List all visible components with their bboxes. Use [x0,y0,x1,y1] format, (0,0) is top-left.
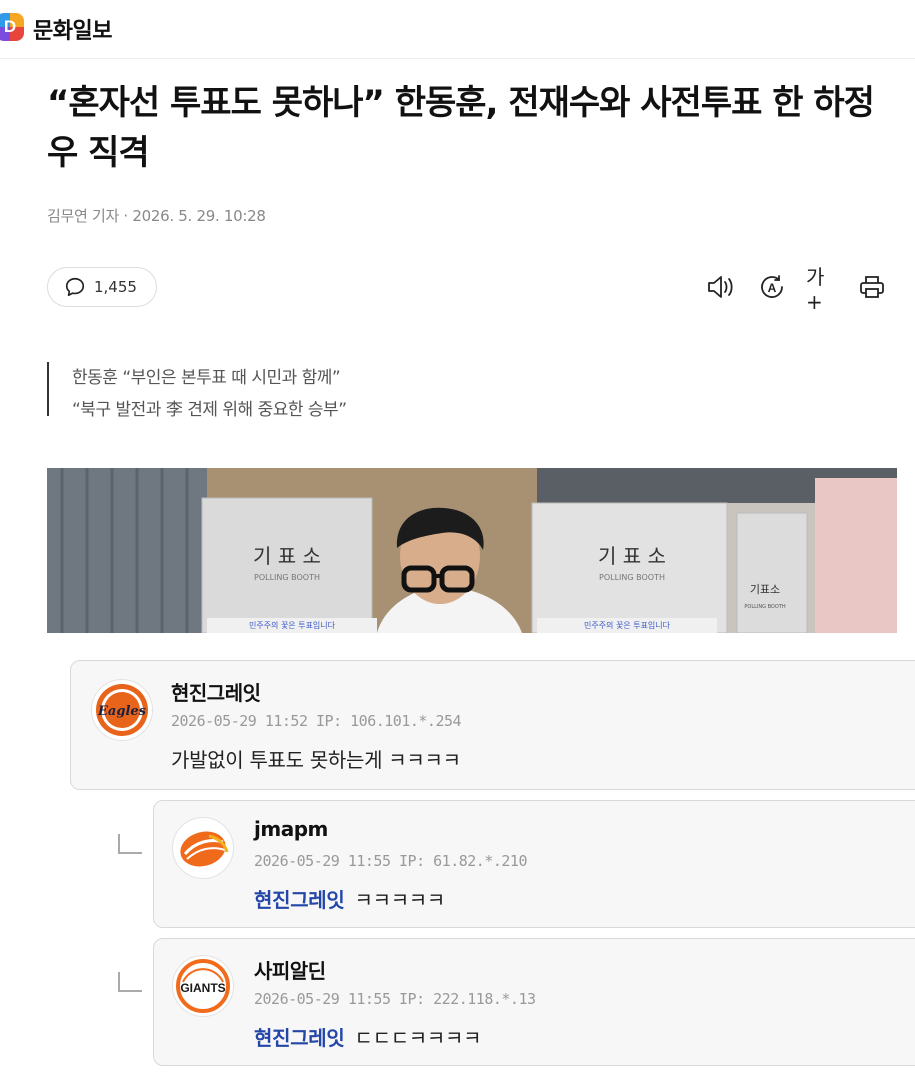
speaker-button[interactable] [706,272,736,302]
comment-nickname[interactable]: jmapm [254,817,328,841]
auto-summary-icon: A [761,275,783,298]
font-size-button[interactable]: 가+ [806,265,836,314]
brand-name[interactable]: 문화일보 [33,13,112,45]
svg-text:A: A [768,281,777,295]
font-size-label: 가+ [806,264,825,314]
photo-booth-left-label: 기 표 소 [253,544,321,568]
eagles-logo-label: Eagles [97,704,147,719]
print-button[interactable] [857,272,887,302]
summary-line: “북구 발전과 李 견제 위해 중요한 승부” [72,400,347,420]
photo-booth-right-strip: 민주주의 꽃은 투표입니다 [584,620,671,630]
comment-nickname[interactable]: 사피알딘 [254,955,326,984]
giants-logo-icon: GIANTS [176,959,230,1013]
comment-item: Eagles 현진그레잇 2026-05-29 11:52 IP: 106.10… [70,660,915,790]
comment-body: 현진그레잇 ㅋㅋㅋㅋㅋ [254,884,445,913]
comment-meta: 2026-05-29 11:55 IP: 61.82.*.210 [254,852,527,870]
comment-count-button[interactable]: 1,455 [47,267,157,307]
print-icon [860,276,884,298]
summary-button[interactable]: A [757,272,787,302]
comment-icon [65,277,85,297]
comment-meta: 2026-05-29 11:52 IP: 106.101.*.254 [171,712,462,730]
logo-icon[interactable]: D [0,13,24,41]
speaker-icon [708,276,733,298]
giants-logo-label: GIANTS [180,981,225,995]
photo-booth-far-label: 기표소 [750,583,780,596]
eagles-logo-icon: Eagles [96,684,148,736]
photo-booth-left-strip: 민주주의 꽃은 투표입니다 [249,620,336,630]
comment-nickname[interactable]: 현진그레잇 [171,677,261,706]
header-divider [0,58,915,59]
avatar-eagles[interactable]: Eagles [91,679,153,741]
photo-booth-left-sublabel: POLLING BOOTH [254,573,320,582]
article-photo[interactable]: 기 표 소 POLLING BOOTH 민주주의 꽃은 투표입니다 기 표 소 … [47,468,897,633]
summary-line: 한동훈 “부인은 본투표 때 시민과 함께” [72,368,341,388]
site-header: D 문화일보 [0,0,915,58]
photo-booth-right-sublabel: POLLING BOOTH [599,573,665,582]
article-summary: 한동훈 “부인은 본투표 때 시민과 함께” “북구 발전과 李 견제 위해 중… [47,362,347,420]
comment-meta: 2026-05-29 11:55 IP: 222.118.*.13 [254,990,536,1008]
reply-indicator [118,972,142,992]
comment-count: 1,455 [94,278,137,296]
reply-item: jmapm 2026-05-29 11:55 IP: 61.82.*.210 현… [153,800,915,928]
article-byline: 김무연 기자 · 2026. 5. 29. 10:28 [47,207,266,225]
comment-body: 현진그레잇 ㄷㄷㄷㅋㅋㅋㅋ [254,1022,482,1051]
logo-letter: D [3,17,17,36]
reply-mention[interactable]: 현진그레잇 [254,888,345,912]
avatar-eagles-ball[interactable] [172,817,234,879]
comment-text: 가발없이 투표도 못하는게 ㅋㅋㅋㅋ [171,748,461,772]
article-title: “혼자선 투표도 못하나” 한동훈, 전재수와 사전투표 한 하정우 직격 [47,83,875,173]
baseball-logo-icon [180,831,229,867]
avatar-giants[interactable]: GIANTS [172,955,234,1017]
comment-text: ㄷㄷㄷㅋㅋㅋㅋ [354,1026,482,1050]
comment-text: ㅋㅋㅋㅋㅋ [354,888,446,912]
photo-booth-right-label: 기 표 소 [598,544,666,568]
photo-booth-far-sublabel: POLLING BOOTH [744,604,785,610]
reply-indicator [118,834,142,854]
polling-booth-photo: 기 표 소 POLLING BOOTH 민주주의 꽃은 투표입니다 기 표 소 … [47,468,897,633]
reply-item: GIANTS 사피알딘 2026-05-29 11:55 IP: 222.118… [153,938,915,1066]
reply-mention[interactable]: 현진그레잇 [254,1026,345,1050]
